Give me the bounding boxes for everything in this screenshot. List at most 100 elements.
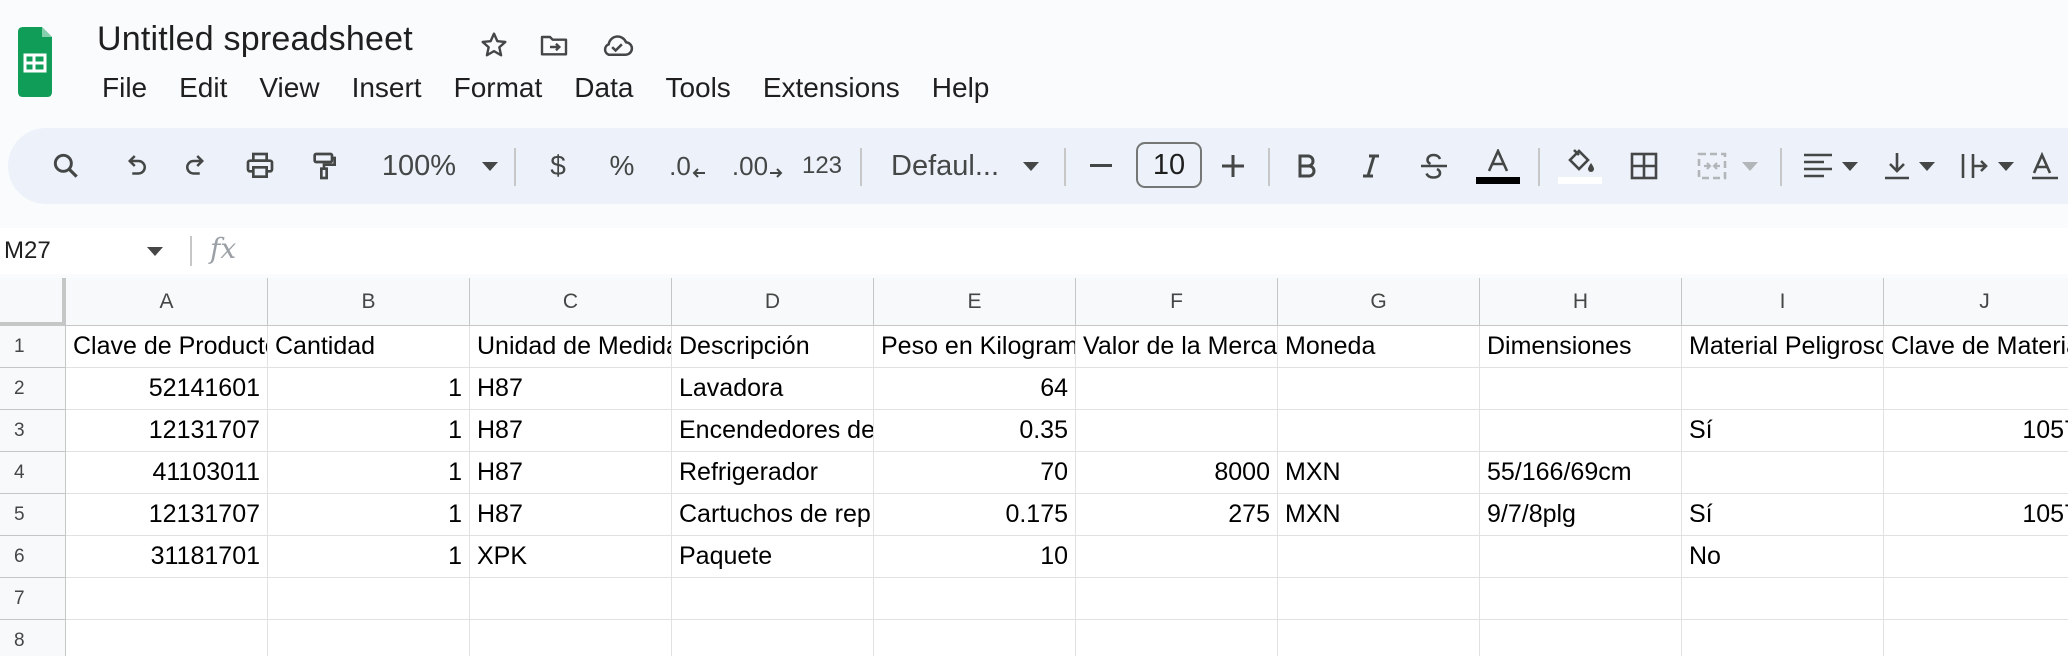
increase-font-size-button[interactable] [1208,128,1258,204]
strikethrough-button[interactable] [1406,128,1462,204]
menu-format[interactable]: Format [438,72,559,104]
column-header-h[interactable]: H [1480,278,1682,326]
cell-j1[interactable]: Clave de Material [1884,326,2068,368]
cell-h6[interactable] [1480,536,1682,578]
menu-edit[interactable]: Edit [163,72,243,104]
cell-a2[interactable]: 52141601 [66,368,268,410]
format-percent-button[interactable]: % [594,128,650,204]
cell-j3[interactable]: 1057 [1884,410,2068,452]
cell-i5[interactable]: Sí [1682,494,1884,536]
cell-f4[interactable]: 8000 [1076,452,1278,494]
row-header-2[interactable]: 2 [0,368,66,410]
italic-button[interactable] [1344,128,1398,204]
cell-d4[interactable]: Refrigerador [672,452,874,494]
cell-b8[interactable] [268,620,470,656]
row-header-1[interactable]: 1 [0,326,66,368]
font-size-input[interactable]: 10 [1136,142,1202,188]
menu-tools[interactable]: Tools [649,72,746,104]
chevron-down-icon[interactable] [147,247,163,256]
row-header-6[interactable]: 6 [0,536,66,578]
cell-a7[interactable] [66,578,268,620]
cell-h5[interactable]: 9/7/8plg [1480,494,1682,536]
cell-a1[interactable]: Clave de Producto [66,326,268,368]
column-header-a[interactable]: A [66,278,268,326]
cell-h8[interactable] [1480,620,1682,656]
cell-f1[interactable]: Valor de la Mercancía [1076,326,1278,368]
column-header-d[interactable]: D [672,278,874,326]
menu-help[interactable]: Help [916,72,1006,104]
cell-e3[interactable]: 0.35 [874,410,1076,452]
cell-d8[interactable] [672,620,874,656]
row-header-4[interactable]: 4 [0,452,66,494]
menu-insert[interactable]: Insert [336,72,438,104]
menu-view[interactable]: View [243,72,335,104]
menu-extensions[interactable]: Extensions [747,72,916,104]
cell-g1[interactable]: Moneda [1278,326,1480,368]
cell-g5[interactable]: MXN [1278,494,1480,536]
row-header-7[interactable]: 7 [0,578,66,620]
select-all-corner[interactable] [0,278,66,326]
cell-d5[interactable]: Cartuchos de rep [672,494,874,536]
text-wrapping-button[interactable] [1952,128,2022,204]
cell-i7[interactable] [1682,578,1884,620]
text-color-button[interactable] [1468,128,1528,204]
menu-data[interactable]: Data [558,72,649,104]
cell-h4[interactable]: 55/166/69cm [1480,452,1682,494]
cell-i2[interactable] [1682,368,1884,410]
text-rotation-button[interactable] [2030,128,2068,204]
cell-f3[interactable] [1076,410,1278,452]
column-header-g[interactable]: G [1278,278,1480,326]
cell-a4[interactable]: 41103011 [66,452,268,494]
cell-e2[interactable]: 64 [874,368,1076,410]
column-header-i[interactable]: I [1682,278,1884,326]
cell-b5[interactable]: 1 [268,494,470,536]
column-header-e[interactable]: E [874,278,1076,326]
print-icon[interactable] [230,128,290,204]
cell-e5[interactable]: 0.175 [874,494,1076,536]
cell-c3[interactable]: H87 [470,410,672,452]
cell-e4[interactable]: 70 [874,452,1076,494]
cell-d2[interactable]: Lavadora [672,368,874,410]
star-icon[interactable] [474,25,514,65]
cell-c6[interactable]: XPK [470,536,672,578]
cell-j8[interactable] [1884,620,2068,656]
bold-button[interactable] [1280,128,1334,204]
increase-decimal-button[interactable]: .00 [726,128,790,204]
column-header-c[interactable]: C [470,278,672,326]
row-header-8[interactable]: 8 [0,620,66,656]
cell-a5[interactable]: 12131707 [66,494,268,536]
name-box[interactable]: M27 [4,228,51,274]
cell-j5[interactable]: 1057 [1884,494,2068,536]
cell-b1[interactable]: Cantidad [268,326,470,368]
cell-g7[interactable] [1278,578,1480,620]
cell-f5[interactable]: 275 [1076,494,1278,536]
cell-a6[interactable]: 31181701 [66,536,268,578]
cell-g3[interactable] [1278,410,1480,452]
formula-input[interactable] [260,234,2040,268]
cell-i6[interactable]: No [1682,536,1884,578]
column-header-j[interactable]: J [1884,278,2068,326]
cell-j2[interactable] [1884,368,2068,410]
document-title[interactable]: Untitled spreadsheet [97,20,413,59]
cell-d3[interactable]: Encendedores de [672,410,874,452]
fill-color-button[interactable] [1550,128,1610,204]
cell-h1[interactable]: Dimensiones [1480,326,1682,368]
menu-file[interactable]: File [86,72,163,104]
decrease-font-size-button[interactable] [1076,128,1126,204]
cell-i8[interactable] [1682,620,1884,656]
cell-j4[interactable] [1884,452,2068,494]
cell-g6[interactable] [1278,536,1480,578]
cell-c4[interactable]: H87 [470,452,672,494]
row-header-3[interactable]: 3 [0,410,66,452]
horizontal-align-button[interactable] [1792,128,1868,204]
cell-g8[interactable] [1278,620,1480,656]
move-to-folder-icon[interactable] [534,25,574,65]
redo-icon[interactable] [166,128,226,204]
vertical-align-button[interactable] [1874,128,1944,204]
cell-d1[interactable]: Descripción [672,326,874,368]
cell-e6[interactable]: 10 [874,536,1076,578]
merge-cells-button[interactable] [1682,128,1772,204]
cell-i3[interactable]: Sí [1682,410,1884,452]
cell-c8[interactable] [470,620,672,656]
cell-h2[interactable] [1480,368,1682,410]
